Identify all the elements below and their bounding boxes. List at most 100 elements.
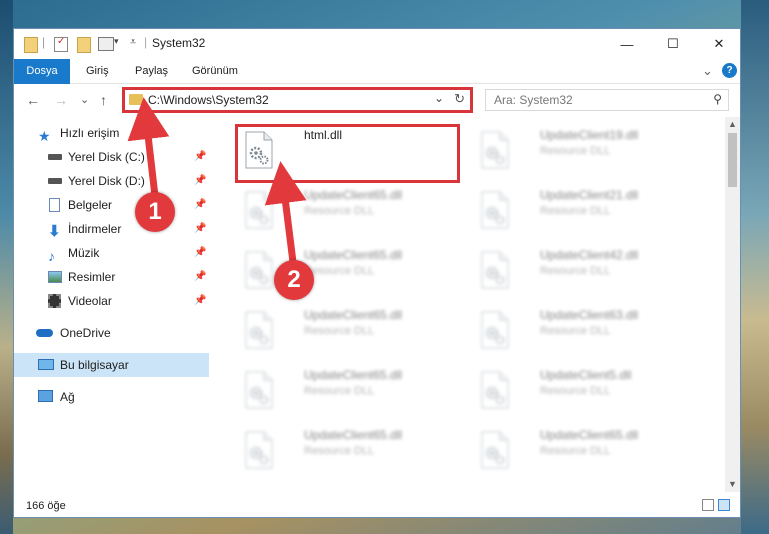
nav-item-pictures[interactable]: Resimler 📌 (14, 265, 209, 289)
quick-access-icon[interactable] (98, 37, 114, 51)
back-button[interactable]: ← (26, 92, 40, 108)
nav-item-quick-access[interactable]: ★ Hızlı erişim (14, 121, 209, 145)
separator-icon: | (144, 35, 148, 49)
network-icon (38, 390, 53, 402)
navigation-pane: ★ Hızlı erişim Yerel Disk (C:) 📌 Yerel D… (14, 117, 209, 492)
chevron-down-icon[interactable]: ⌄ (434, 91, 444, 105)
desktop-background-left (0, 0, 13, 534)
help-icon[interactable]: ? (722, 63, 737, 78)
folder-icon (129, 94, 143, 105)
nav-item-music[interactable]: ♪ Müzik 📌 (14, 241, 209, 265)
search-icon[interactable]: ⚲ (713, 92, 722, 106)
file-type: Resource DLL (540, 145, 611, 157)
step-1-badge: 1 (135, 192, 175, 232)
dll-file-icon (480, 431, 510, 469)
separator-icon: | (42, 35, 46, 49)
file-name: UpdateClient21.dll (540, 188, 639, 202)
dll-file-icon (480, 371, 510, 409)
pin-icon[interactable]: 📌 (194, 193, 206, 217)
file-type: Resource DLL (304, 445, 375, 457)
dll-file-icon (244, 251, 274, 289)
dll-file-icon (244, 371, 274, 409)
file-item[interactable]: UpdateClient42.dll Resource DLL (472, 245, 702, 299)
nav-item-onedrive[interactable]: OneDrive (14, 321, 209, 345)
search-input[interactable]: Ara: System32 ⚲ (485, 89, 729, 111)
new-folder-icon[interactable] (77, 37, 91, 53)
cloud-icon (36, 329, 53, 337)
file-name: UpdateClient65.dll (304, 308, 403, 322)
refresh-icon[interactable]: ↻ (454, 91, 465, 107)
nav-item-downloads[interactable]: ⬇ İndirmeler 📌 (14, 217, 209, 241)
details-view-icon[interactable] (702, 499, 714, 511)
file-type: Resource DLL (304, 265, 375, 277)
file-item[interactable]: UpdateClient65.dll Resource DLL (236, 185, 466, 239)
pin-icon[interactable]: 📌 (194, 169, 206, 193)
item-count: 166 öğe (26, 500, 66, 512)
address-bar[interactable]: C:\Windows\System32 ⌄ ↻ (122, 87, 473, 113)
dll-file-icon (480, 251, 510, 289)
properties-icon[interactable]: ✓ (54, 36, 68, 52)
ribbon-tabs: Dosya Giriş Paylaş Görünüm ⌄ ? (14, 59, 740, 113)
file-name: UpdateClient63.dll (540, 308, 639, 322)
step-2-badge: 2 (274, 260, 314, 300)
ribbon-expand-icon[interactable]: ⌄ (702, 59, 713, 83)
dll-file-icon (480, 191, 510, 229)
file-type: Resource DLL (540, 385, 611, 397)
file-item[interactable]: UpdateClient65.dll Resource DLL (472, 425, 702, 479)
up-button[interactable]: ↑ (100, 92, 107, 108)
minimize-button[interactable]: — (604, 29, 650, 59)
file-type: Resource DLL (304, 325, 375, 337)
dll-file-icon (244, 191, 274, 229)
nav-item-videos[interactable]: Videolar 📌 (14, 289, 209, 313)
tab-view[interactable]: Görünüm (192, 59, 238, 83)
file-item[interactable]: UpdateClient65.dll Resource DLL (236, 365, 466, 419)
large-icons-view-icon[interactable] (718, 499, 730, 511)
desktop-background-right (741, 0, 769, 534)
file-type: Resource DLL (540, 445, 611, 457)
scroll-down-icon[interactable]: ▼ (728, 479, 737, 489)
pin-icon[interactable]: 📌 (194, 241, 206, 265)
tab-home[interactable]: Giriş (86, 59, 109, 83)
scrollbar-thumb[interactable] (728, 133, 737, 187)
pin-icon[interactable]: 📌 (194, 289, 206, 313)
file-type: Resource DLL (304, 385, 375, 397)
videos-icon (48, 294, 61, 308)
file-item[interactable]: UpdateClient65.dll Resource DLL (236, 305, 466, 359)
scroll-up-icon[interactable]: ▲ (728, 119, 737, 129)
file-item[interactable]: UpdateClient19.dll Resource DLL (472, 125, 702, 179)
star-icon: ★ (38, 128, 51, 144)
tab-share[interactable]: Paylaş (135, 59, 168, 83)
file-item[interactable]: UpdateClient21.dll Resource DLL (472, 185, 702, 239)
file-item[interactable]: UpdateClient5.dll Resource DLL (472, 365, 702, 419)
pin-icon[interactable]: 📌 (194, 265, 206, 289)
close-button[interactable]: ✕ (696, 29, 740, 59)
nav-item-network[interactable]: Ağ (14, 385, 209, 409)
file-type: Resource DLL (540, 265, 611, 277)
file-name: UpdateClient5.dll (540, 368, 632, 382)
file-name: UpdateClient65.dll (540, 428, 639, 442)
customize-toolbar-icon[interactable]: ⩡ (130, 36, 136, 52)
chevron-down-icon[interactable]: ▾ (114, 36, 119, 52)
forward-button[interactable]: → (54, 92, 68, 108)
file-name: UpdateClient65.dll (304, 368, 403, 382)
nav-item-this-pc[interactable]: Bu bilgisayar (14, 353, 209, 377)
nav-item-documents[interactable]: Belgeler 📌 (14, 193, 209, 217)
maximize-button[interactable]: ☐ (650, 29, 696, 59)
file-type: Resource DLL (304, 205, 375, 217)
file-type: Resource DLL (540, 205, 611, 217)
nav-item-local-disk-c[interactable]: Yerel Disk (C:) 📌 (14, 145, 209, 169)
file-type: Resource DLL (540, 325, 611, 337)
folder-icon (24, 37, 38, 53)
dll-file-icon (244, 431, 274, 469)
address-path[interactable]: C:\Windows\System32 (148, 93, 269, 107)
pin-icon[interactable]: 📌 (194, 217, 206, 241)
drive-icon (48, 178, 62, 184)
file-item[interactable]: UpdateClient63.dll Resource DLL (472, 305, 702, 359)
nav-item-local-disk-d[interactable]: Yerel Disk (D:) 📌 (14, 169, 209, 193)
vertical-scrollbar[interactable]: ▲ ▼ (725, 117, 740, 492)
music-icon: ♪ (48, 248, 55, 264)
file-item[interactable]: UpdateClient65.dll Resource DLL (236, 245, 466, 299)
file-item[interactable]: UpdateClient65.dll Resource DLL (236, 425, 466, 479)
recent-locations-button[interactable]: ⌄ (80, 93, 89, 106)
pin-icon[interactable]: 📌 (194, 145, 206, 169)
